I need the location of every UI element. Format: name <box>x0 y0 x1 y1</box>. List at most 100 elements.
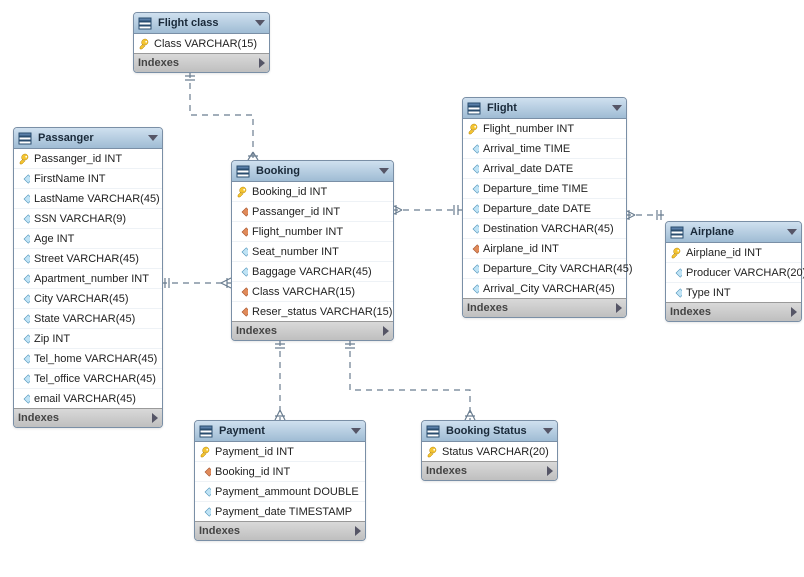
table-header[interactable]: Payment <box>195 421 365 442</box>
column-row[interactable]: Reser_status VARCHAR(15) <box>232 302 393 321</box>
table-booking-status[interactable]: Booking Status Status VARCHAR(20) Indexe… <box>421 420 558 481</box>
table-header[interactable]: Booking <box>232 161 393 182</box>
column-label: Class VARCHAR(15) <box>252 286 355 298</box>
attr-diamond-icon <box>467 203 479 215</box>
fk-diamond-icon <box>236 306 248 318</box>
columns-list: Payment_id INTBooking_id INTPayment_ammo… <box>195 442 365 521</box>
column-row[interactable]: Airplane_id INT <box>463 239 626 259</box>
table-header[interactable]: Airplane <box>666 222 801 243</box>
column-row[interactable]: Arrival_time TIME <box>463 139 626 159</box>
table-header[interactable]: Booking Status <box>422 421 557 442</box>
column-label: SSN VARCHAR(9) <box>34 213 126 225</box>
column-row[interactable]: Payment_id INT <box>195 442 365 462</box>
table-passanger[interactable]: Passanger Passanger_id INT FirstName INT L… <box>13 127 163 428</box>
column-row[interactable]: Departure_date DATE <box>463 199 626 219</box>
table-header[interactable]: Flight class <box>134 13 269 34</box>
column-row[interactable]: Payment_date TIMESTAMP <box>195 502 365 521</box>
chevron-down-icon[interactable] <box>787 229 797 235</box>
column-row[interactable]: City VARCHAR(45) <box>14 289 162 309</box>
column-row[interactable]: Flight_number INT <box>232 222 393 242</box>
attr-diamond-icon <box>18 173 30 185</box>
column-row[interactable]: Flight_number INT <box>463 119 626 139</box>
column-label: Flight_number INT <box>252 226 343 238</box>
indexes-row[interactable]: Indexes <box>195 521 365 540</box>
column-row[interactable]: LastName VARCHAR(45) <box>14 189 162 209</box>
column-row[interactable]: Arrival_City VARCHAR(45) <box>463 279 626 298</box>
column-row[interactable]: Tel_home VARCHAR(45) <box>14 349 162 369</box>
indexes-row[interactable]: Indexes <box>134 53 269 72</box>
column-row[interactable]: Zip INT <box>14 329 162 349</box>
chevron-down-icon[interactable] <box>612 105 622 111</box>
column-label: Street VARCHAR(45) <box>34 253 139 265</box>
column-label: Arrival_City VARCHAR(45) <box>483 283 615 295</box>
table-booking[interactable]: Booking Booking_id INT Passanger_id INT Fl… <box>231 160 394 341</box>
chevron-down-icon[interactable] <box>351 428 361 434</box>
column-row[interactable]: Age INT <box>14 229 162 249</box>
table-header[interactable]: Passanger <box>14 128 162 149</box>
table-title: Passanger <box>36 132 148 144</box>
column-row[interactable]: Booking_id INT <box>195 462 365 482</box>
column-label: Airplane_id INT <box>686 247 762 259</box>
indexes-row[interactable]: Indexes <box>463 298 626 317</box>
key-icon <box>18 153 30 165</box>
attr-diamond-icon <box>18 293 30 305</box>
column-row[interactable]: Passanger_id INT <box>14 149 162 169</box>
table-flight[interactable]: Flight Flight_number INTArrival_time TIM… <box>462 97 627 318</box>
chevron-down-icon[interactable] <box>543 428 553 434</box>
column-row[interactable]: Baggage VARCHAR(45) <box>232 262 393 282</box>
column-label: Zip INT <box>34 333 70 345</box>
column-row[interactable]: Class VARCHAR(15) <box>232 282 393 302</box>
column-row[interactable]: Type INT <box>666 283 801 302</box>
column-row[interactable]: Status VARCHAR(20) <box>422 442 557 461</box>
chevron-down-icon[interactable] <box>148 135 158 141</box>
column-row[interactable]: FirstName INT <box>14 169 162 189</box>
chevron-down-icon[interactable] <box>379 168 389 174</box>
columns-list: Flight_number INTArrival_time TIMEArriva… <box>463 119 626 298</box>
column-row[interactable]: Destination VARCHAR(45) <box>463 219 626 239</box>
column-row[interactable]: Departure_time TIME <box>463 179 626 199</box>
column-label: Reser_status VARCHAR(15) <box>252 306 392 318</box>
indexes-row[interactable]: Indexes <box>14 408 162 427</box>
column-row[interactable]: Tel_office VARCHAR(45) <box>14 369 162 389</box>
column-label: Departure_City VARCHAR(45) <box>483 263 633 275</box>
column-row[interactable]: Departure_City VARCHAR(45) <box>463 259 626 279</box>
column-row[interactable]: Seat_number INT <box>232 242 393 262</box>
table-flight-class[interactable]: Flight class Class VARCHAR(15) Indexes <box>133 12 270 73</box>
chevron-right-icon <box>791 307 797 317</box>
column-label: Departure_date DATE <box>483 203 591 215</box>
chevron-down-icon[interactable] <box>255 20 265 26</box>
column-row[interactable]: Apartment_number INT <box>14 269 162 289</box>
column-row[interactable]: State VARCHAR(45) <box>14 309 162 329</box>
table-airplane[interactable]: Airplane Airplane_id INT Producer VARCHAR… <box>665 221 802 322</box>
indexes-row[interactable]: Indexes <box>422 461 557 480</box>
column-label: City VARCHAR(45) <box>34 293 129 305</box>
columns-list: Class VARCHAR(15) <box>134 34 269 53</box>
table-header[interactable]: Flight <box>463 98 626 119</box>
column-row[interactable]: Payment_ammount DOUBLE <box>195 482 365 502</box>
column-row[interactable]: SSN VARCHAR(9) <box>14 209 162 229</box>
chevron-right-icon <box>152 413 158 423</box>
column-label: FirstName INT <box>34 173 106 185</box>
column-row[interactable]: Producer VARCHAR(20) <box>666 263 801 283</box>
column-row[interactable]: Class VARCHAR(15) <box>134 34 269 53</box>
attr-diamond-icon <box>18 253 30 265</box>
column-row[interactable]: Airplane_id INT <box>666 243 801 263</box>
column-row[interactable]: Passanger_id INT <box>232 202 393 222</box>
column-label: Booking_id INT <box>252 186 327 198</box>
table-icon <box>467 101 481 115</box>
indexes-row[interactable]: Indexes <box>666 302 801 321</box>
column-row[interactable]: Street VARCHAR(45) <box>14 249 162 269</box>
fk-diamond-icon <box>199 466 211 478</box>
attr-diamond-icon <box>236 246 248 258</box>
columns-list: Status VARCHAR(20) <box>422 442 557 461</box>
column-row[interactable]: Booking_id INT <box>232 182 393 202</box>
column-row[interactable]: Arrival_date DATE <box>463 159 626 179</box>
column-row[interactable]: email VARCHAR(45) <box>14 389 162 408</box>
chevron-right-icon <box>383 326 389 336</box>
table-payment[interactable]: Payment Payment_id INTBooking_id INTPaym… <box>194 420 366 541</box>
attr-diamond-icon <box>467 263 479 275</box>
attr-diamond-icon <box>18 313 30 325</box>
column-label: Destination VARCHAR(45) <box>483 223 614 235</box>
indexes-row[interactable]: Indexes <box>232 321 393 340</box>
column-label: Status VARCHAR(20) <box>442 446 549 458</box>
